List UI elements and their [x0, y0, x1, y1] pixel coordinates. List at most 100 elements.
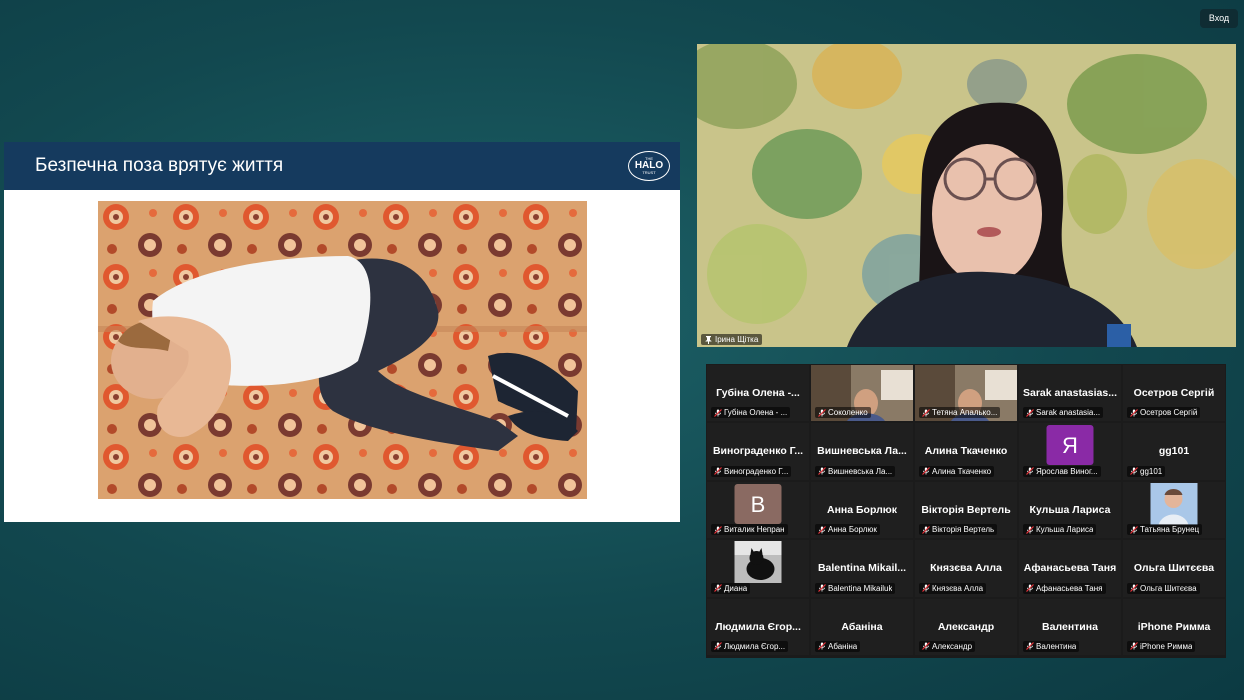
participant-tile[interactable]: iPhone Римма iPhone Римма [1122, 597, 1226, 656]
participant-name-label: Губіна Олена - ... [711, 407, 791, 419]
participant-tile[interactable]: Валентина Валентина [1018, 597, 1122, 656]
participant-name: iPhone Римма [1140, 641, 1193, 651]
muted-mic-icon [1026, 525, 1034, 534]
participant-gallery: Губіна Олена -... Губіна Олена - ... Соко… [706, 364, 1226, 658]
pin-icon [705, 335, 712, 344]
participant-name-label: Афанасьева Таня [1023, 582, 1106, 594]
participant-display-name: iPhone Римма [1137, 620, 1211, 633]
participant-tile[interactable]: Александр Александр [914, 597, 1018, 656]
speaker-name-label: Ірина Щітка [701, 334, 763, 345]
participant-display-name: gg101 [1158, 445, 1190, 458]
participant-display-name: Александр [937, 620, 995, 633]
participant-tile[interactable]: Sarak anastasias... Sarak anastasia... [1018, 364, 1122, 423]
muted-mic-icon [818, 584, 826, 592]
participant-tile[interactable]: Алина Ткаченко Алина Ткаченко [914, 422, 1018, 481]
participant-name: Ярослав Виног... [1036, 466, 1098, 476]
participant-tile[interactable]: Людмила Єгор... Людмила Єгор... [706, 597, 810, 656]
participant-tile[interactable]: Тетяна Апалько... [914, 364, 1018, 423]
sign-in-button[interactable]: Вход [1200, 9, 1238, 28]
participant-name-label: Ольга Шитєєва [1127, 582, 1200, 594]
participant-tile[interactable]: Ольга Шитєєва Ольга Шитєєва [1122, 539, 1226, 598]
participant-name-label: Валентина [1023, 640, 1080, 652]
participant-tile[interactable]: Абаніна Абаніна [810, 597, 914, 656]
participant-display-name: Sarak anastasias... [1023, 387, 1117, 399]
participant-display-name: Винограденко Г... [712, 445, 804, 458]
participant-tile[interactable]: Осетров Сергій Осетров Сергій [1122, 364, 1226, 423]
participant-name: Алина Ткаченко [932, 466, 992, 476]
participant-name: Осетров Сергій [1140, 408, 1198, 418]
active-speaker-video[interactable]: Ірина Щітка [697, 44, 1236, 347]
logo-text-bottom: TRUST [642, 170, 656, 175]
muted-mic-icon [1130, 467, 1138, 476]
participant-name: Вікторія Вертель [932, 525, 995, 535]
participant-display-name: Князєва Алла [930, 562, 1002, 575]
muted-mic-icon [714, 408, 722, 417]
participant-name: Диана [724, 583, 748, 593]
participant-name: Виталик Непран [724, 525, 785, 535]
participant-display-name: Алина Ткаченко [924, 445, 1008, 458]
participant-name: Вишневська Ла... [828, 466, 893, 476]
participant-tile[interactable]: Анна Борлюк Анна Борлюк [810, 480, 914, 540]
participant-display-name: Губіна Олена -... [716, 387, 800, 399]
participant-display-name: Осетров Сергій [1133, 387, 1215, 399]
muted-mic-icon [714, 584, 722, 592]
participant-avatar: Я [1046, 425, 1094, 466]
participant-name-label: Анна Борлюк [815, 524, 880, 536]
slide-header: Безпечна поза врятує життя THE HALO TRUS… [4, 142, 680, 190]
participant-name-label: Людмила Єгор... [711, 640, 789, 652]
muted-mic-icon [922, 584, 930, 592]
muted-mic-icon [922, 408, 930, 417]
participant-name-label: Ярослав Виног... [1023, 465, 1101, 477]
participant-name: Соколенко [828, 408, 868, 418]
muted-mic-icon [1130, 408, 1138, 417]
participant-tile[interactable]: Афанасьева Таня Афанасьева Таня [1018, 539, 1122, 598]
participant-tile[interactable]: Вишневська Ла... Вишневська Ла... [810, 422, 914, 481]
participant-display-name: Balentina Mikail... [817, 562, 907, 575]
participant-name-label: Виталик Непран [711, 524, 788, 536]
participant-tile[interactable]: Татьяна Брунец [1122, 480, 1226, 540]
participant-avatar [1150, 482, 1198, 525]
participant-tile[interactable]: Губіна Олена -... Губіна Олена - ... [706, 364, 810, 423]
muted-mic-icon [818, 467, 826, 476]
participant-name-label: Вишневська Ла... [815, 465, 896, 477]
participant-tile[interactable]: Князєва Алла Князєва Алла [914, 539, 1018, 598]
participant-tile[interactable]: Кульша Лариса Кульша Лариса [1018, 480, 1122, 540]
participant-name: Валентина [1036, 641, 1077, 651]
participant-name: Александр [932, 641, 973, 651]
muted-mic-icon [1130, 525, 1138, 534]
halo-trust-logo: THE HALO TRUST [628, 151, 670, 181]
participant-tile[interactable]: Balentina Mikail... Balentina Mikailuk [810, 539, 914, 598]
muted-mic-icon [818, 525, 826, 534]
participant-name: Абаніна [828, 641, 858, 651]
participant-display-name: Людмила Єгор... [715, 620, 801, 633]
participant-tile[interactable]: B Виталик Непран [706, 480, 810, 540]
participant-name-label: Соколенко [815, 407, 871, 419]
participant-tile[interactable]: Винограденко Г... Винограденко Г... [706, 422, 810, 481]
participant-avatar: B [734, 483, 782, 524]
participant-name-label: Татьяна Брунец [1127, 524, 1203, 536]
participant-name: Князєва Алла [932, 583, 984, 593]
muted-mic-icon [922, 642, 930, 651]
participant-tile[interactable]: Я Ярослав Виног... [1018, 422, 1122, 481]
participant-name: Людмила Єгор... [724, 641, 786, 651]
participant-name: gg101 [1140, 466, 1163, 476]
muted-mic-icon [818, 408, 826, 417]
participant-display-name: Вікторія Вертель [921, 503, 1011, 516]
participant-name-label: Винограденко Г... [711, 465, 792, 477]
muted-mic-icon [714, 467, 722, 476]
participant-name-label: gg101 [1127, 465, 1166, 477]
participant-name: Губіна Олена - ... [724, 408, 788, 418]
participant-tile[interactable]: gg101 gg101 [1122, 422, 1226, 481]
muted-mic-icon [922, 525, 930, 534]
speaker-name: Ірина Щітка [715, 335, 759, 344]
participant-name-label: Balentina Mikailuk [815, 582, 896, 594]
participant-tile[interactable]: Диана [706, 539, 810, 598]
participant-name-label: iPhone Римма [1127, 640, 1196, 652]
participant-display-name: Кульша Лариса [1029, 503, 1111, 516]
muted-mic-icon [1130, 584, 1138, 592]
participant-tile[interactable]: Вікторія Вертель Вікторія Вертель [914, 480, 1018, 540]
participant-name: Sarak anastasia... [1036, 408, 1101, 418]
participant-tile[interactable]: Соколенко [810, 364, 914, 423]
muted-mic-icon [818, 642, 826, 651]
participant-name-label: Александр [919, 640, 976, 652]
